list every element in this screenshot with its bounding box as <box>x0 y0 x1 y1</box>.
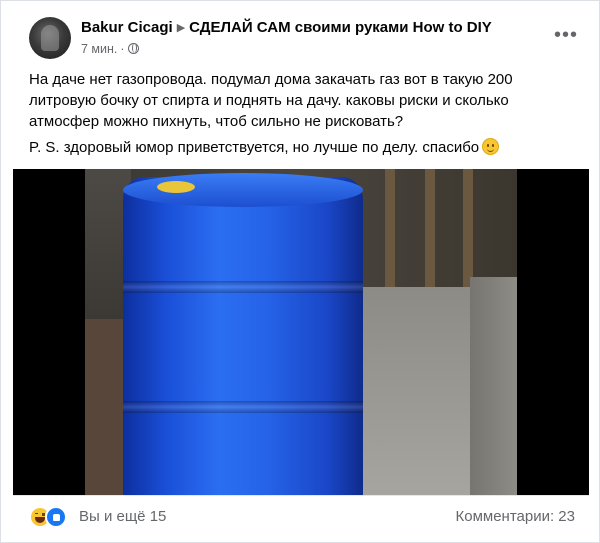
author-avatar[interactable] <box>29 17 71 59</box>
barrel-photo[interactable] <box>85 169 517 495</box>
post-paragraph: На даче нет газопровода. подумал дома за… <box>29 71 513 130</box>
post-meta: 7 мин. · <box>81 42 139 56</box>
more-options-button[interactable]: ••• <box>549 25 583 53</box>
smile-emoji-icon <box>482 138 500 155</box>
post-card: Bakur Cicagi ▶ СДЕЛАЙ САМ своими руками Ho… <box>0 0 600 543</box>
post-paragraph-ps: P. S. здоровый юмор приветствуется, но л… <box>29 137 569 158</box>
photo-barrel-rib <box>123 401 363 413</box>
post-paragraph-text: P. S. здоровый юмор приветствуется, но л… <box>29 139 480 156</box>
photo-barrel-cap <box>157 181 195 193</box>
group-arrow-icon: ▶ <box>176 22 186 34</box>
reactions-summary[interactable] <box>29 506 73 528</box>
photo-barrel-rib <box>123 281 363 293</box>
photo-fence-post <box>385 169 395 299</box>
post-time[interactable]: 7 мин. <box>81 42 117 56</box>
photo-blue-barrel <box>123 177 363 495</box>
avatar-silhouette <box>41 25 59 51</box>
like-icon <box>45 506 67 528</box>
post-body: На даче нет газопровода. подумал дома за… <box>29 69 569 163</box>
group-name[interactable]: СДЕЛАЙ САМ своими руками How to DIY <box>189 19 492 36</box>
photo-person-leg <box>85 319 125 495</box>
comments-count[interactable]: Комментарии: 23 <box>456 508 576 525</box>
post-photo-frame[interactable] <box>13 169 589 495</box>
post-header: Bakur Cicagi ▶ СДЕЛАЙ САМ своими руками Ho… <box>11 9 591 65</box>
footer-divider <box>13 495 589 496</box>
post-footer: Вы и ещё 15 Комментарии: 23 <box>13 497 589 541</box>
meta-separator: · <box>120 42 125 56</box>
post-title-line: Bakur Cicagi ▶ СДЕЛАЙ САМ своими руками Ho… <box>81 19 492 36</box>
author-name[interactable]: Bakur Cicagi <box>81 19 173 36</box>
photo-ledge <box>470 277 517 495</box>
reactions-count[interactable]: Вы и ещё 15 <box>79 508 166 525</box>
globe-icon[interactable] <box>127 43 139 54</box>
photo-fence-post <box>425 169 435 299</box>
